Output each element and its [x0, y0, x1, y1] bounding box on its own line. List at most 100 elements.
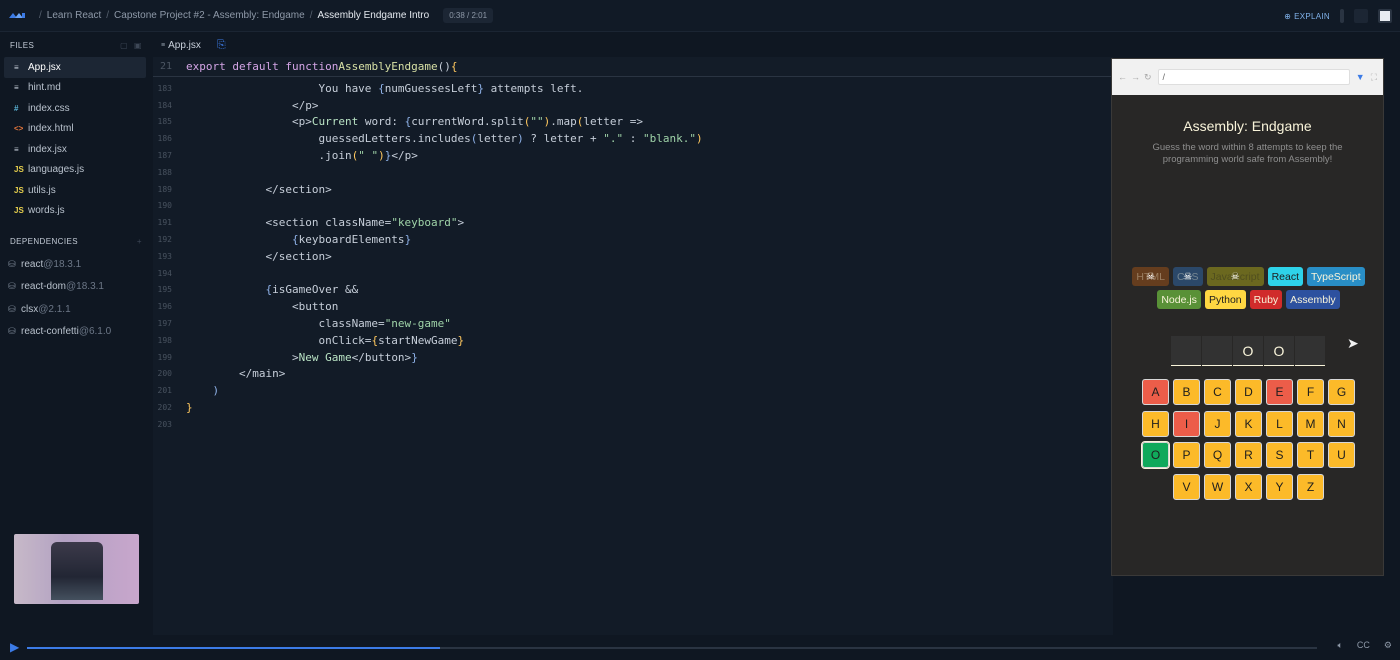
code-text: () [437, 60, 451, 73]
keyboard-row: OPQRSTU [1112, 441, 1385, 469]
code-line: 194 [157, 268, 172, 278]
file-item[interactable]: JS languages.js [4, 160, 146, 181]
code-line: 189 </section> [157, 182, 332, 196]
code-line: 200 </main> [157, 367, 286, 381]
code-lines: 183 You have {numGuessesLeft} attempts l… [153, 77, 1113, 433]
play-icon[interactable]: ▶ [10, 640, 19, 654]
file-item[interactable]: # index.css [4, 98, 146, 119]
reload-icon[interactable]: ↻ [1144, 72, 1152, 83]
key-c[interactable]: C [1204, 379, 1231, 405]
explain-button[interactable]: ⊕ EXPLAIN [1284, 12, 1330, 21]
add-dependency-icon[interactable]: + [137, 237, 142, 246]
file-list: ≡ App.jsx ≡ hint.md # index.css <> index.html ≡ i… [0, 57, 152, 221]
dependency-item[interactable]: ⛁ clsx @2.1.1 [0, 298, 152, 321]
key-z[interactable]: Z [1297, 473, 1324, 500]
file-type-icon: JS [14, 185, 24, 195]
captions-icon[interactable]: CC [1357, 640, 1370, 651]
file-name: index.jsx [28, 143, 67, 155]
key-k[interactable]: K [1235, 410, 1262, 437]
key-d[interactable]: D [1235, 379, 1262, 405]
keyboard-row: VWXYZ [1112, 473, 1385, 500]
key-g[interactable]: G [1328, 379, 1355, 405]
volume-icon[interactable]: 🔈︎ [1338, 640, 1343, 651]
file-name: App.jsx [28, 61, 61, 73]
dependencies-section-header: DEPENDENCIES + [0, 229, 152, 253]
key-q[interactable]: Q [1204, 442, 1231, 468]
new-file-icon[interactable]: ▢ [120, 41, 128, 50]
key-w[interactable]: W [1204, 473, 1231, 500]
dependency-version: @2.1.1 [38, 303, 71, 315]
skull-icon: ☠ [1230, 271, 1240, 282]
key-e[interactable]: E [1266, 379, 1293, 405]
dependency-item[interactable]: ⛁ react-dom @18.3.1 [0, 276, 152, 299]
lesson-timer: 0:38 / 2:01 [443, 8, 494, 23]
fullscreen-icon[interactable]: ⛶ [1371, 72, 1377, 83]
preview-url-input[interactable]: / [1157, 69, 1350, 85]
code-brace: { [450, 60, 458, 73]
key-r[interactable]: R [1235, 442, 1262, 468]
language-name: Python [1208, 293, 1242, 306]
breadcrumb-course[interactable]: Learn React [47, 10, 101, 21]
keyboard-row: ABCDEFG [1112, 379, 1385, 405]
tab-app-jsx[interactable]: ≡ App.jsx [153, 40, 209, 51]
file-item[interactable]: ≡ index.jsx [4, 139, 146, 160]
file-name: index.html [28, 123, 74, 135]
dependency-item[interactable]: ⛁ react-confetti @6.1.0 [0, 321, 152, 344]
key-t[interactable]: T [1297, 442, 1324, 468]
key-p[interactable]: P [1173, 442, 1200, 468]
layout-split-icon[interactable] [1354, 9, 1368, 23]
preview-browser-bar: ← → ↻ / ▼ ⛶ [1112, 59, 1383, 95]
key-b[interactable]: B [1173, 379, 1200, 405]
code-line: 186 guessedLetters.includes(letter) ? le… [157, 132, 703, 146]
language-chip: React [1267, 267, 1304, 286]
key-u[interactable]: U [1328, 442, 1355, 468]
key-s[interactable]: S [1266, 442, 1293, 468]
key-a[interactable]: A [1142, 379, 1169, 405]
back-icon[interactable]: ← [1118, 72, 1127, 83]
progress-track[interactable] [27, 647, 1317, 649]
progress-fill [27, 647, 440, 649]
file-item[interactable]: <> index.html [4, 119, 146, 140]
dependency-version: @18.3.1 [66, 281, 104, 293]
code-line: 187 .join(" ")} </p> [157, 149, 418, 163]
scrimba-logo-icon[interactable] [0, 0, 34, 32]
key-o[interactable]: O [1141, 441, 1170, 469]
key-l[interactable]: L [1266, 410, 1293, 437]
file-name: words.js [28, 205, 65, 217]
layout-divider [1340, 9, 1344, 23]
new-folder-icon[interactable]: ▣ [134, 41, 142, 50]
file-type-icon: # [14, 103, 19, 113]
file-item[interactable]: JS words.js [4, 201, 146, 222]
mouse-cursor-icon: ➤ [1347, 335, 1359, 351]
pin-icon[interactable]: ▼ [1356, 72, 1365, 83]
key-h[interactable]: H [1142, 410, 1169, 437]
settings-icon[interactable]: ⚙ [1384, 640, 1392, 651]
layout-preview-icon[interactable] [1378, 9, 1392, 23]
instructor-webcam [14, 534, 139, 604]
key-x[interactable]: X [1235, 473, 1262, 500]
forward-icon[interactable]: → [1131, 72, 1140, 83]
breadcrumb-module[interactable]: Capstone Project #2 - Assembly: Endgame [114, 10, 305, 21]
file-item[interactable]: ≡ App.jsx [4, 57, 146, 78]
key-y[interactable]: Y [1266, 473, 1293, 500]
code-line: 196 <button [157, 300, 339, 314]
file-item[interactable]: ≡ hint.md [4, 78, 146, 99]
dependency-item[interactable]: ⛁ react @18.3.1 [0, 253, 152, 276]
tab-label: App.jsx [168, 39, 201, 51]
key-f[interactable]: F [1297, 379, 1324, 405]
key-m[interactable]: M [1297, 410, 1324, 437]
file-item[interactable]: JS utils.js [4, 180, 146, 201]
breadcrumb: / Learn React / Capstone Project #2 - As… [34, 8, 494, 23]
file-name: index.css [28, 102, 70, 114]
key-n[interactable]: N [1328, 410, 1355, 437]
game-title: Assembly: Endgame [1183, 118, 1312, 134]
file-type-icon: JS [14, 165, 24, 175]
dependency-name: react-dom [21, 281, 67, 293]
key-v[interactable]: V [1173, 473, 1200, 500]
code-editor[interactable]: 21 export default function AssemblyEndga… [153, 57, 1113, 635]
explain-icon: ⊕ [1284, 11, 1292, 21]
key-i[interactable]: I [1173, 410, 1200, 437]
key-j[interactable]: J [1204, 410, 1231, 437]
new-tab-icon[interactable]: ⎘ [209, 39, 234, 52]
file-name: hint.md [28, 82, 61, 94]
